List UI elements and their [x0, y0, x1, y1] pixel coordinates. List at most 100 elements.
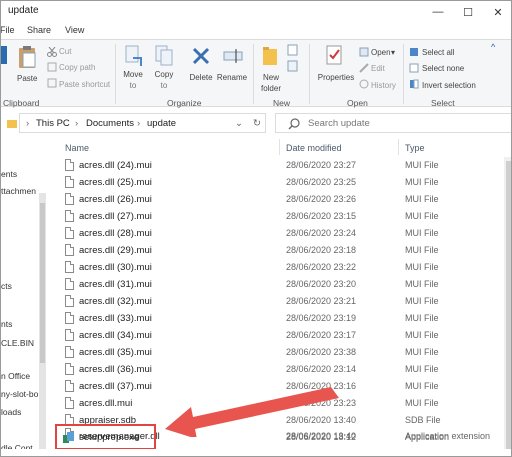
- file-date: 28/06/2020 23:21: [286, 296, 357, 306]
- file-name: acres.dll (36).mui: [79, 364, 152, 375]
- move-to-button[interactable]: Move: [121, 70, 145, 80]
- file-row[interactable]: acres.dll (28).mui 28/06/2020 23:24 MUI …: [51, 225, 501, 242]
- tab-file[interactable]: File: [1, 25, 15, 35]
- rename-button[interactable]: Rename: [216, 73, 248, 83]
- file-icon: [65, 295, 74, 307]
- file-icon: [65, 261, 74, 273]
- file-row[interactable]: acres.dll (36).mui 28/06/2020 23:14 MUI …: [51, 361, 501, 378]
- nav-scrollbar[interactable]: [39, 193, 46, 455]
- invert-selection-button[interactable]: Invert selection: [422, 81, 476, 90]
- file-row[interactable]: acres.dll (25).mui 28/06/2020 23:25 MUI …: [51, 174, 501, 191]
- breadcrumb-this-pc[interactable]: This PC: [36, 118, 70, 129]
- tab-share[interactable]: Share: [27, 25, 51, 35]
- file-row[interactable]: acres.dll (32).mui 28/06/2020 23:21 MUI …: [51, 293, 501, 310]
- refresh-icon[interactable]: ↻: [253, 118, 261, 129]
- open-icon: [359, 47, 369, 57]
- nav-item[interactable]: loads: [1, 407, 21, 417]
- breadcrumb-chevron-icon[interactable]: ›: [26, 118, 29, 129]
- nav-item[interactable]: ttachmen: [1, 186, 36, 196]
- search-input[interactable]: Search update: [275, 113, 511, 133]
- delete-icon: [192, 47, 210, 65]
- breadcrumb-update[interactable]: update: [147, 118, 176, 129]
- column-divider[interactable]: [279, 139, 280, 155]
- file-type: MUI File: [405, 262, 439, 272]
- nav-item[interactable]: nts: [1, 319, 12, 329]
- collapse-ribbon-icon[interactable]: ^: [491, 42, 495, 52]
- copy-to-icon: [155, 45, 173, 66]
- invert-selection-icon: [410, 79, 419, 89]
- paste-shortcut-button[interactable]: Paste shortcut: [59, 80, 110, 89]
- group-separator: [403, 44, 404, 104]
- paste-icon[interactable]: [17, 45, 37, 69]
- file-name: acres.dll (26).mui: [79, 194, 152, 205]
- file-type: MUI File: [405, 177, 439, 187]
- address-input[interactable]: › This PC › Documents › update ⌄ ↻: [19, 113, 266, 133]
- column-type[interactable]: Type: [405, 143, 425, 153]
- file-row[interactable]: acres.dll (29).mui 28/06/2020 23:18 MUI …: [51, 242, 501, 259]
- breadcrumb-documents[interactable]: Documents: [86, 118, 134, 129]
- nav-item[interactable]: cts: [1, 281, 12, 291]
- new-folder-button[interactable]: New: [257, 73, 285, 83]
- new-item-icon[interactable]: [287, 44, 303, 56]
- move-to-button-line2[interactable]: to: [121, 81, 145, 91]
- copy-to-button[interactable]: Copy: [152, 70, 176, 80]
- select-all-button[interactable]: Select all: [422, 48, 454, 57]
- ribbon: Paste Cut Copy path Paste shortcut Clipb…: [1, 39, 511, 108]
- open-button[interactable]: Open: [371, 48, 391, 57]
- paste-shortcut-icon: [47, 78, 57, 88]
- edit-button[interactable]: Edit: [371, 64, 385, 73]
- file-type: Application: [405, 432, 450, 442]
- select-none-button[interactable]: Select none: [422, 64, 464, 73]
- navigation-pane: ents ttachmen cts nts CLE.BIN n Office n…: [1, 137, 51, 456]
- nav-scrollbar-thumb[interactable]: [40, 203, 45, 363]
- cut-button[interactable]: Cut: [59, 47, 71, 56]
- breadcrumb-chevron-icon[interactable]: ›: [75, 118, 78, 129]
- paste-button[interactable]: Paste: [17, 74, 37, 84]
- file-row[interactable]: acres.dll (24).mui 28/06/2020 23:27 MUI …: [51, 157, 501, 174]
- tab-view[interactable]: View: [65, 25, 84, 35]
- nav-item[interactable]: ents: [1, 169, 17, 179]
- properties-icon: [326, 45, 342, 65]
- nav-item[interactable]: CLE.BIN: [1, 338, 34, 348]
- copy-path-button[interactable]: Copy path: [59, 63, 95, 72]
- file-list-scrollbar-thumb[interactable]: [506, 161, 511, 451]
- address-dropdown-icon[interactable]: ⌄: [235, 118, 243, 129]
- column-date[interactable]: Date modified: [286, 143, 342, 153]
- new-folder-icon: [263, 47, 277, 65]
- file-type: MUI File: [405, 228, 439, 238]
- properties-button[interactable]: Properties: [315, 73, 357, 83]
- file-row[interactable]: acres.dll (26).mui 28/06/2020 23:26 MUI …: [51, 191, 501, 208]
- history-button[interactable]: History: [371, 81, 396, 90]
- file-explorer-window: update — ☐ ✕ File Share View Paste Cut C…: [0, 0, 512, 457]
- breadcrumb-chevron-icon[interactable]: ›: [137, 118, 140, 129]
- annotation-arrow: [165, 387, 339, 437]
- copy-to-button-line2[interactable]: to: [152, 81, 176, 91]
- maximize-button[interactable]: ☐: [453, 1, 483, 23]
- new-folder-button-line2[interactable]: folder: [257, 84, 285, 94]
- file-row[interactable]: acres.dll (31).mui 28/06/2020 23:20 MUI …: [51, 276, 501, 293]
- nav-item[interactable]: ny-slot-bo: [1, 389, 38, 399]
- easy-access-icon[interactable]: [287, 60, 303, 72]
- open-dropdown-icon[interactable]: ▾: [391, 48, 395, 57]
- file-type: MUI File: [405, 279, 439, 289]
- close-button[interactable]: ✕: [483, 1, 511, 23]
- file-icon: [65, 159, 74, 171]
- file-row[interactable]: acres.dll (34).mui 28/06/2020 23:17 MUI …: [51, 327, 501, 344]
- file-date: 28/06/2020 23:26: [286, 194, 357, 204]
- minimize-button[interactable]: —: [423, 1, 453, 23]
- group-label-clipboard: Clipboard: [3, 98, 40, 108]
- delete-button[interactable]: Delete: [187, 73, 215, 83]
- file-row[interactable]: acres.dll (30).mui 28/06/2020 23:22 MUI …: [51, 259, 501, 276]
- file-row[interactable]: acres.dll (33).mui 28/06/2020 23:19 MUI …: [51, 310, 501, 327]
- column-divider[interactable]: [398, 139, 399, 155]
- column-name[interactable]: Name: [65, 143, 89, 153]
- file-type: MUI File: [405, 245, 439, 255]
- move-to-icon: [125, 45, 142, 66]
- file-date: 28/06/2020 23:17: [286, 330, 357, 340]
- file-row[interactable]: acres.dll (35).mui 28/06/2020 23:38 MUI …: [51, 344, 501, 361]
- select-all-icon: [410, 48, 418, 56]
- nav-item[interactable]: n Office: [1, 371, 30, 381]
- file-list-scrollbar[interactable]: [504, 157, 511, 456]
- window-title: update: [8, 5, 39, 16]
- file-row[interactable]: acres.dll (27).mui 28/06/2020 23:15 MUI …: [51, 208, 501, 225]
